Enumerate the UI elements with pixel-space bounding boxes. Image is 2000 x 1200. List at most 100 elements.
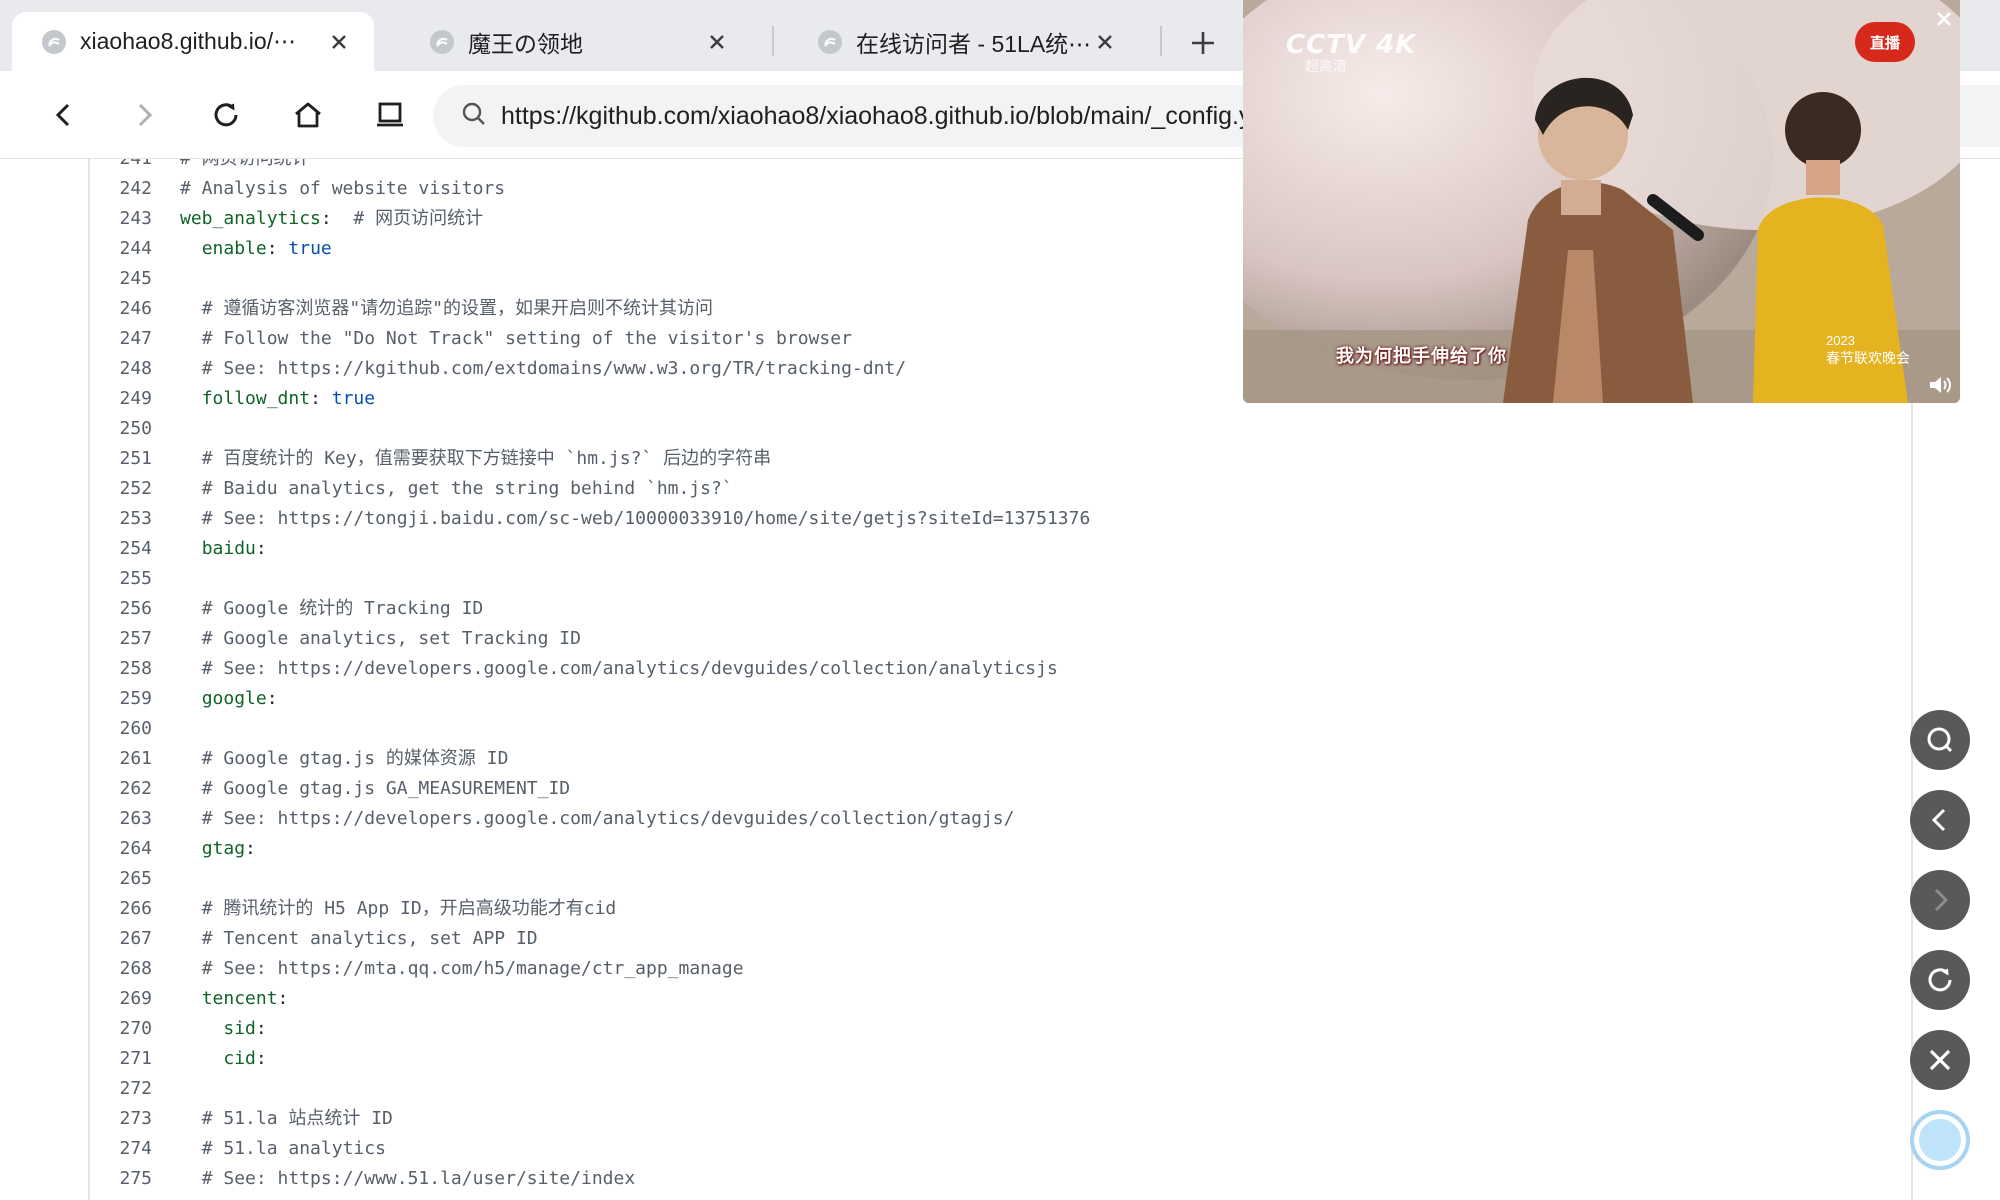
fab-back-button[interactable]: [1910, 790, 1970, 850]
yaml-comment: # 百度统计的 Key，值需要获取下方链接中 `hm.js?` 后边的字符串: [201, 448, 772, 469]
volume-icon[interactable]: [1928, 374, 1952, 396]
tab-favicon-icon: [430, 29, 454, 54]
fab-forward-button[interactable]: [1910, 870, 1970, 930]
code-text: :: [277, 988, 289, 1009]
yaml-comment: # 腾讯统计的 H5 App ID，开启高级功能才有cid: [201, 898, 617, 919]
line-number: 252: [119, 478, 152, 499]
line-content: # 51.la analytics: [180, 1134, 386, 1164]
fab-close-button[interactable]: [1910, 1030, 1970, 1090]
line-number: 256: [119, 598, 152, 619]
code-line: 271 cid:: [90, 1044, 1890, 1074]
line-number: 244: [119, 238, 152, 259]
line-content: enable: true: [180, 234, 332, 264]
line-content: sid:: [180, 1014, 266, 1044]
code-line: 264 gtag:: [90, 834, 1890, 864]
code-line: 251 # 百度统计的 Key，值需要获取下方链接中 `hm.js?` 后边的字…: [90, 444, 1890, 474]
yaml-comment: # 51.la 站点统计 ID: [201, 1108, 393, 1129]
yaml-value: true: [331, 388, 376, 409]
tab-xiaohao8[interactable]: xiaohao8.github.io/⋯: [12, 12, 374, 71]
line-number: 259: [119, 688, 152, 709]
tab-overview-icon[interactable]: [368, 93, 412, 137]
address-url[interactable]: https://kgithub.com/xiaohao8/xiaohao8.gi…: [501, 102, 1278, 131]
line-content: # Follow the "Do Not Track" setting of t…: [180, 324, 852, 354]
code-line: 252 # Baidu analytics, get the string be…: [90, 474, 1890, 504]
yaml-comment: # See: https://www.51.la/user/site/index: [201, 1168, 636, 1189]
tab-mowang[interactable]: 魔王の领地: [400, 12, 752, 71]
code-line: 274 # 51.la analytics: [90, 1134, 1890, 1164]
code-line: 260: [90, 714, 1890, 744]
live-badge: 直播: [1855, 22, 1915, 62]
line-content: # 腾讯统计的 H5 App ID，开启高级功能才有cid: [180, 894, 617, 924]
yaml-key: gtag: [201, 838, 246, 859]
reload-icon[interactable]: [204, 93, 248, 137]
fab-search-button[interactable]: [1910, 710, 1970, 770]
code-line: 253 # See: https://tongji.baidu.com/sc-w…: [90, 504, 1890, 534]
tab-close-icon[interactable]: [1092, 29, 1118, 55]
line-number: 249: [119, 388, 152, 409]
gala-year-label: 2023: [1826, 333, 1855, 348]
video-close-icon[interactable]: [1931, 6, 1957, 32]
tab-close-icon[interactable]: [704, 29, 730, 55]
tab-close-icon[interactable]: [326, 29, 352, 55]
code-text: :: [245, 838, 256, 859]
line-number: 261: [119, 748, 152, 769]
code-line: 262 # Google gtag.js GA_MEASUREMENT_ID: [90, 774, 1890, 804]
tab-label: 魔王の领地: [468, 30, 583, 57]
line-number: 241: [90, 159, 152, 174]
yaml-value: true: [288, 238, 332, 259]
line-content: tencent:: [180, 984, 289, 1014]
yaml-key: follow_dnt: [201, 388, 311, 409]
code-text: :: [255, 1048, 267, 1069]
line-content: # 网页访问统计: [180, 159, 310, 174]
forward-arrow-icon[interactable]: [122, 93, 166, 137]
code-text: :: [255, 538, 267, 559]
code-line: 250: [90, 414, 1890, 444]
reload-icon: [1928, 968, 1952, 992]
back-arrow-icon[interactable]: [42, 93, 86, 137]
line-number: 272: [119, 1078, 152, 1099]
line-number: 255: [119, 568, 152, 589]
code-line: 268 # See: https://mta.qq.com/h5/manage/…: [90, 954, 1890, 984]
line-number: 254: [119, 538, 152, 559]
line-content: # Google gtag.js GA_MEASUREMENT_ID: [180, 774, 570, 804]
tab-separator: [772, 26, 774, 56]
line-number: 248: [119, 358, 152, 379]
line-number: 266: [119, 898, 152, 919]
line-number: 273: [119, 1108, 152, 1129]
line-content: web_analytics: # 网页访问统计: [180, 204, 483, 234]
code-line: 261 # Google gtag.js 的媒体资源 ID: [90, 744, 1890, 774]
line-content: # Google gtag.js 的媒体资源 ID: [180, 744, 509, 774]
line-number: 268: [119, 958, 152, 979]
home-icon[interactable]: [286, 93, 330, 137]
video-subtitle: 我为何把手伸给了你: [1336, 346, 1507, 367]
yaml-comment: # Baidu analytics, get the string behind…: [201, 478, 733, 499]
line-content: # See: https://tongji.baidu.com/sc-web/1…: [180, 504, 1091, 534]
yaml-comment: # 51.la analytics: [201, 1138, 386, 1159]
code-line: 256 # Google 统计的 Tracking ID: [90, 594, 1890, 624]
line-number: 260: [119, 718, 152, 739]
line-content: # Baidu analytics, get the string behind…: [180, 474, 733, 504]
tab-51la[interactable]: 在线访问者 - 51LA统⋯: [788, 12, 1140, 71]
fab-home-bubble-button[interactable]: [1910, 1110, 1970, 1170]
code-line: 275 # See: https://www.51.la/user/site/i…: [90, 1164, 1890, 1194]
yaml-comment: # 网页访问统计: [180, 159, 310, 169]
fab-reload-button[interactable]: [1910, 950, 1970, 1010]
line-content: # Google 统计的 Tracking ID: [180, 594, 484, 624]
code-line: 272: [90, 1074, 1890, 1104]
yaml-comment: # See: https://mta.qq.com/h5/manage/ctr_…: [201, 958, 744, 979]
floating-video-player[interactable]: CCTV 4K 超高清 直播 我为何把手伸给了你 2023 春节联欢晚会: [1243, 0, 1960, 403]
line-number: 275: [119, 1168, 152, 1189]
new-tab-plus-icon[interactable]: [1186, 26, 1220, 60]
